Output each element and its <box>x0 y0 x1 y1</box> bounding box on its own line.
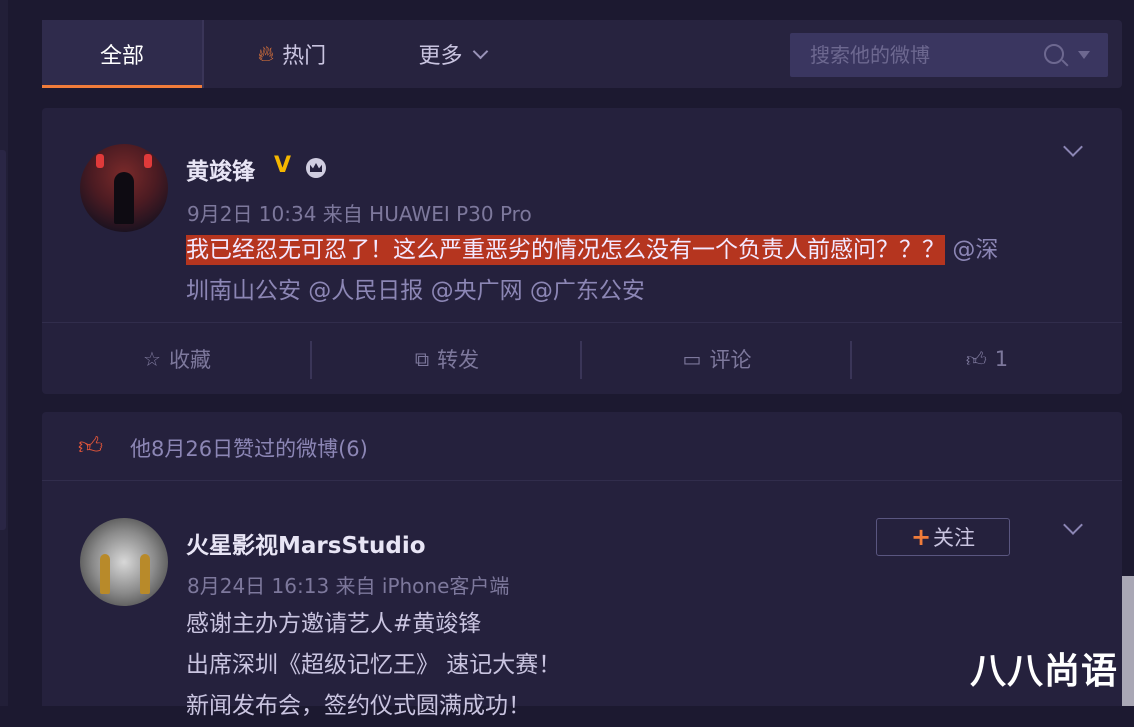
follow-label: 关注 <box>933 526 976 550</box>
post-card: 黄竣锋 V 9月2日 10:34 来自 HUAWEI P30 Pro 我已经忍无… <box>42 108 1122 394</box>
chevron-down-icon <box>472 43 488 59</box>
liked-header-text: 他8月26日赞过的微博(6) <box>130 437 368 461</box>
comment-button[interactable]: ▭ 评论 <box>582 323 852 395</box>
avatar-trophy-right <box>140 554 150 594</box>
search-icon[interactable] <box>1044 44 1064 64</box>
left-edge-panel <box>0 0 8 706</box>
favorite-label: 收藏 <box>168 348 211 372</box>
post-menu-chevron-icon[interactable] <box>1063 515 1083 535</box>
plus-icon: + <box>910 523 932 551</box>
post-menu-chevron-icon[interactable] <box>1063 137 1083 157</box>
tab-hot-label: 热门 <box>282 44 327 69</box>
avatar-lamp-right <box>144 154 152 168</box>
top-nav: 全部 🔥︎ 热门 更多 <box>42 20 1122 88</box>
liked-post-line: 出席深圳《超级记忆王》 速记大赛！ <box>186 652 562 678</box>
right-edge-panel <box>1122 576 1134 706</box>
avatar[interactable] <box>80 518 168 606</box>
watermark: 八八尚语 <box>970 651 1119 692</box>
tab-divider <box>202 20 204 88</box>
comment-icon: ▭ <box>682 347 702 371</box>
mention-list[interactable]: 圳南山公安 @人民日报 @央广网 @广东公安 <box>186 278 645 304</box>
liked-post-line: 新闻发布会，签约仪式圆满成功！ <box>186 693 531 719</box>
fire-icon: 🔥︎ <box>257 41 275 67</box>
repost-icon: ⧉ <box>414 347 430 371</box>
like-button[interactable]: 👍︎ 1 <box>852 323 1122 395</box>
tab-all-label: 全部 <box>99 44 144 69</box>
liked-header[interactable]: 👍︎ 他8月26日赞过的微博(6) <box>42 412 1122 481</box>
liked-section: 👍︎ 他8月26日赞过的微博(6) 火星影视MarsStudio + 关注 8月… <box>42 412 1122 719</box>
repost-label: 转发 <box>437 348 480 372</box>
like-count: 1 <box>994 347 1009 371</box>
post-actions: ☆ 收藏 ⧉ 转发 ▭ 评论 👍︎ 1 <box>42 322 1122 395</box>
highlighted-text: 我已经忍无可忍了！这么严重恶劣的情况怎么没有一个负责人前感问？？？ <box>186 235 945 265</box>
liked-post-content: 感谢主办方邀请艺人#黄竣锋 出席深圳《超级记忆王》 速记大赛！ 新闻发布会，签约… <box>186 604 986 727</box>
tab-more-label: 更多 <box>418 44 463 69</box>
liked-post-meta: 8月24日 16:13 来自 iPhone客户端 <box>187 574 510 598</box>
post-author[interactable]: 黄竣锋 <box>186 152 255 186</box>
avatar-figure <box>114 172 134 224</box>
thumbs-up-icon: 👍︎ <box>965 346 987 371</box>
liked-post-author[interactable]: 火星影视MarsStudio <box>186 526 426 560</box>
search-box <box>790 33 1108 77</box>
avatar-lamp-left <box>96 154 104 168</box>
avatar-trophy-left <box>100 554 110 594</box>
left-scroll-nub <box>0 150 6 530</box>
mention-text[interactable]: @深 <box>952 237 998 263</box>
repost-button[interactable]: ⧉ 转发 <box>312 323 582 395</box>
post-meta: 9月2日 10:34 来自 HUAWEI P30 Pro <box>187 202 532 226</box>
star-icon: ☆ <box>143 347 161 371</box>
liked-post-line: 感谢主办方邀请艺人#黄竣锋 <box>186 611 482 637</box>
crown-icon <box>306 158 326 178</box>
follow-button[interactable]: + 关注 <box>876 518 1010 556</box>
tab-hot[interactable]: 🔥︎ 热门 <box>242 20 342 88</box>
tab-more[interactable]: 更多 <box>402 20 502 88</box>
verified-badge: V <box>274 153 292 178</box>
thumbs-up-icon: 👍︎ <box>78 432 104 460</box>
comment-label: 评论 <box>709 348 752 372</box>
search-dropdown-caret-icon[interactable] <box>1078 51 1090 59</box>
search-input[interactable] <box>808 42 1032 68</box>
favorite-button[interactable]: ☆ 收藏 <box>42 323 312 395</box>
avatar[interactable] <box>80 144 168 232</box>
tab-all[interactable]: 全部 <box>42 20 202 88</box>
post-content: 我已经忍无可忍了！这么严重恶劣的情况怎么没有一个负责人前感问？？？ @深 圳南山… <box>186 230 1086 312</box>
